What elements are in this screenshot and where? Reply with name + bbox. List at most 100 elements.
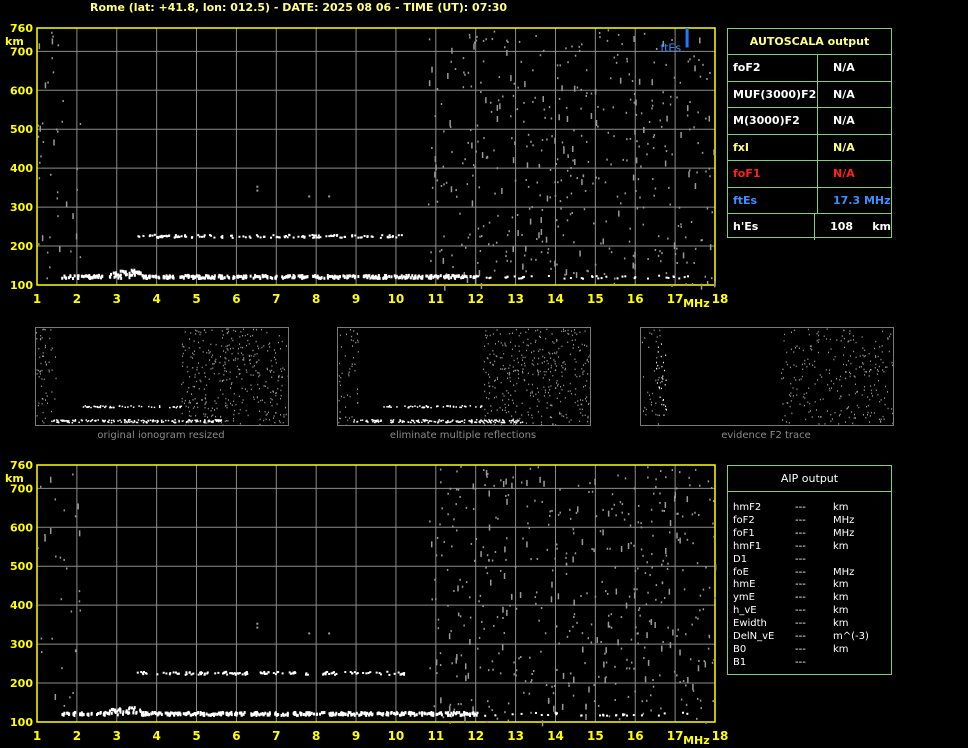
noise-dot [62,100,64,103]
noise-dot [44,534,46,537]
thumb-noise [587,415,589,418]
thumb-noise [830,380,832,382]
thumb-noise [544,374,546,376]
thumb-trace [657,351,659,353]
thumb-noise [501,368,503,370]
noise-dot [597,125,599,128]
noise-dot [63,558,65,561]
thumb-noise [531,414,533,417]
noise-dot [55,555,57,558]
thumb-trace [65,420,67,422]
noise-dot [547,523,550,526]
noise-dot [455,503,457,506]
noise-dot [602,508,604,511]
thumb-noise [841,385,843,387]
thumb-trace [110,419,113,422]
thumb-trace [665,405,667,408]
x-tick-label: 9 [352,292,360,306]
trace-point [403,672,406,675]
thumb-noise [539,348,541,351]
noise-dot [645,699,648,702]
thumb-trace [426,419,429,422]
thumb-noise [823,335,825,338]
thumb-noise [48,369,50,371]
thumb-noise [540,331,542,333]
thumb-noise [889,335,891,338]
trace-point [127,711,130,715]
thumb-noise [271,404,273,407]
thumb-noise [283,368,285,371]
noise-dot [649,574,651,577]
noise-dot [570,192,573,195]
thumb-noise [550,364,552,367]
thumb-noise [886,391,888,393]
thumb-noise [182,381,184,384]
thumb-noise [203,329,205,332]
trace-point [189,713,192,717]
noise-dot [714,281,716,288]
thumb-noise [51,410,53,413]
thumb-noise [187,406,189,409]
thumb-noise [882,330,884,333]
aip-row: foF2 --- MHz [733,515,891,528]
thumb-noise [873,384,875,386]
noise-dot [685,633,687,636]
thumb-noise [274,352,276,354]
noise-dot [577,484,580,487]
noise-dot [642,206,645,209]
noise-dot [570,174,572,177]
noise-dot [626,60,628,63]
thumb-noise [783,340,785,342]
aip-unit: MHz [833,527,855,539]
noise-dot [603,272,606,275]
noise-dot [641,700,644,703]
noise-dot [568,684,570,687]
thumb-noise [655,413,657,416]
thumb-noise [843,329,845,332]
trace-point [330,234,333,237]
noise-dot [575,272,578,279]
noise-dot [467,141,469,144]
thumb-noise [264,401,266,404]
thumb-noise [238,368,240,371]
thumb-noise [891,361,893,364]
noise-dot [644,572,647,575]
thumb-noise [804,397,806,399]
thumb-noise [185,405,187,408]
trace-point [623,713,626,716]
noise-dot [457,614,460,617]
x-tick-label: 2 [73,729,81,743]
noise-dot [514,566,517,569]
thumb-noise [182,361,184,364]
noise-dot [651,79,653,86]
trace-point [687,275,690,278]
thumb-noise [561,389,563,391]
thumb-trace [62,419,65,422]
thumb-noise [586,396,588,398]
thumb-noise [263,345,265,347]
trace-point [214,712,217,716]
thumb-noise [50,329,52,331]
thumb-noise [214,409,216,411]
thumb-noise [557,383,559,386]
thumb-noise [574,358,576,361]
thumb-trace [424,420,426,423]
thumb-noise [204,372,206,374]
trace-point [192,713,195,717]
trace-point [238,672,241,675]
thumb-trace [498,420,500,423]
noise-dot [431,146,433,149]
trace-point [363,711,366,715]
trace-point [445,275,448,279]
thumb-noise [525,422,527,425]
thumb-noise [195,329,197,332]
noise-dot [621,503,624,506]
noise-dot [643,657,645,660]
thumb-trace [471,421,473,424]
noise-dot [566,196,569,199]
noise-dot [551,569,554,572]
thumb-trace [130,405,132,407]
thumb-noise [202,339,204,342]
trace-point [254,273,257,277]
noise-dot [572,146,574,153]
